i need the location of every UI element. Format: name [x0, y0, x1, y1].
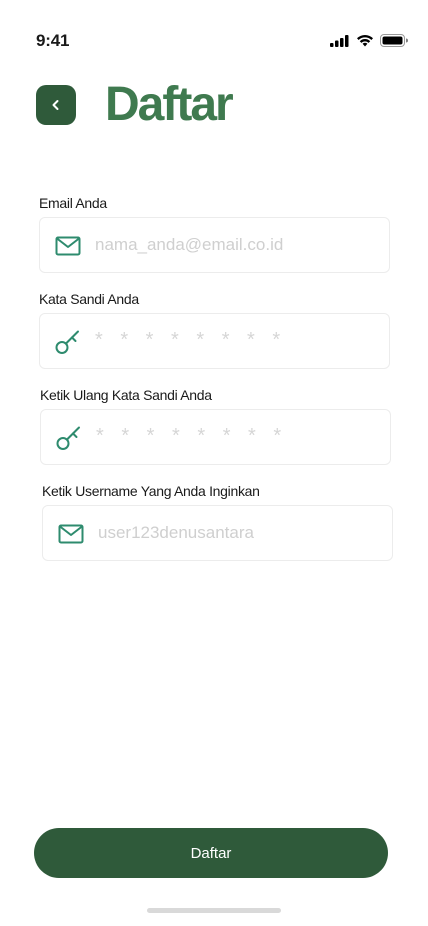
status-time: 9:41 — [36, 31, 70, 50]
status-icons — [330, 34, 408, 47]
key-icon — [56, 426, 80, 450]
password-field[interactable] — [39, 313, 390, 369]
username-field[interactable] — [42, 505, 393, 561]
username-input[interactable] — [98, 506, 378, 560]
confirm-password-label: Ketik Ulang Kata Sandi Anda — [40, 387, 212, 403]
password-label: Kata Sandi Anda — [39, 291, 139, 307]
email-field[interactable] — [39, 217, 390, 273]
mail-icon — [55, 236, 81, 256]
username-label: Ketik Username Yang Anda Inginkan — [42, 483, 260, 499]
signal-icon — [330, 34, 349, 47]
confirm-password-field[interactable] — [40, 409, 391, 465]
email-input[interactable] — [95, 218, 375, 272]
email-label: Email Anda — [39, 195, 107, 211]
wifi-icon — [357, 34, 373, 47]
chevron-left-icon — [52, 100, 59, 110]
confirm-password-input[interactable] — [96, 410, 376, 464]
status-bar: 9:41 — [0, 0, 428, 60]
home-indicator — [147, 908, 281, 913]
back-button[interactable] — [36, 85, 76, 125]
battery-icon — [380, 34, 408, 47]
key-icon — [55, 330, 79, 354]
mail-icon — [58, 524, 84, 544]
password-input[interactable] — [95, 314, 375, 368]
submit-button[interactable]: Daftar — [34, 828, 388, 878]
page-title: Daftar — [105, 78, 234, 131]
